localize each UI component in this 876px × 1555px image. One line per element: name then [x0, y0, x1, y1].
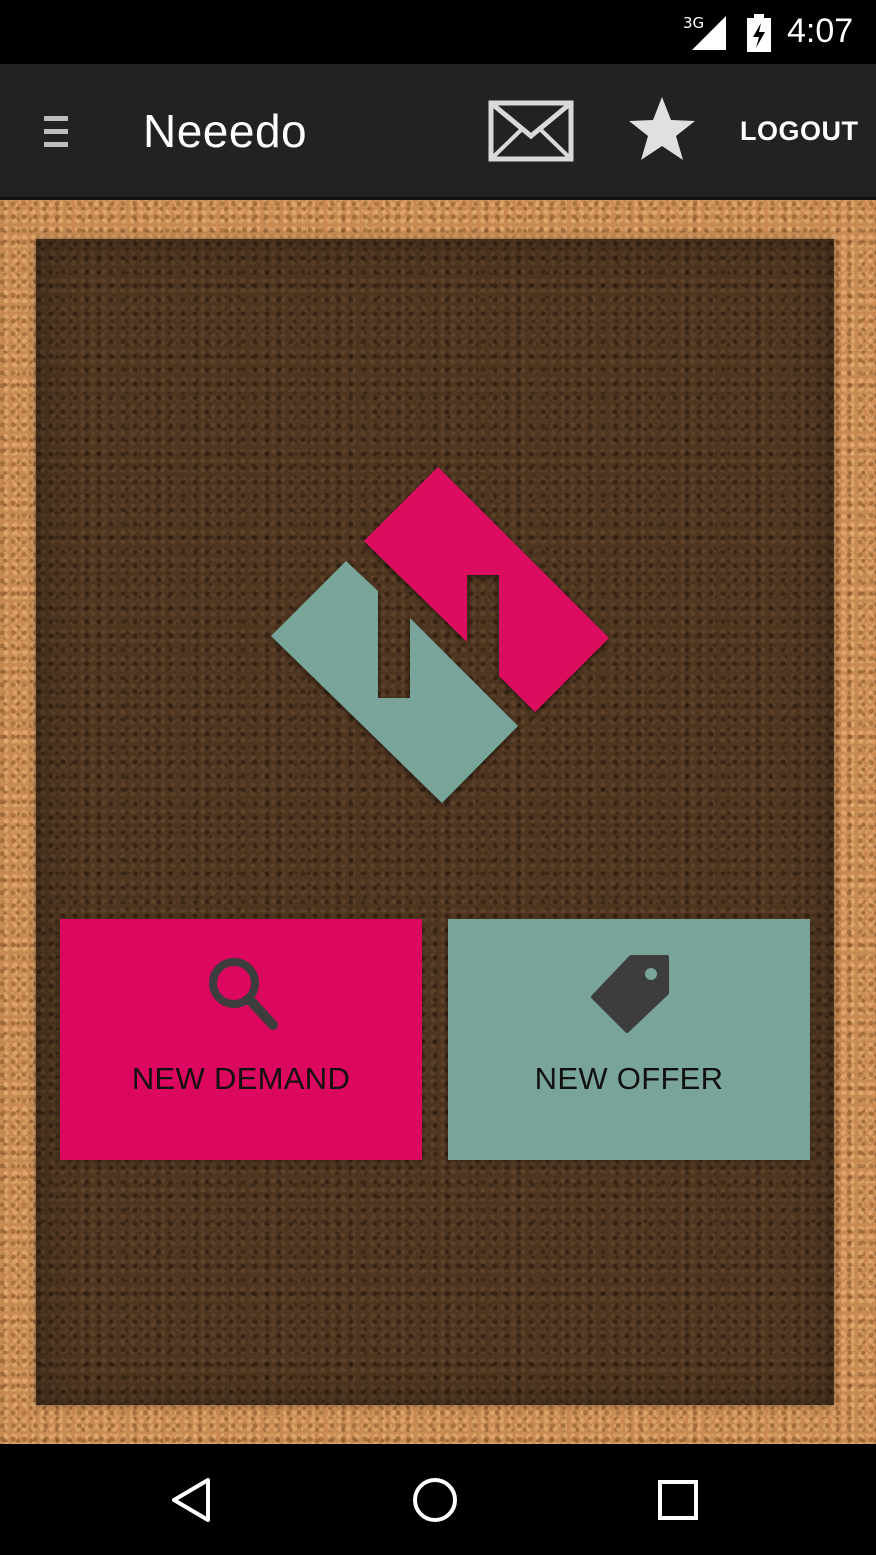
hamburger-menu-icon[interactable] [40, 112, 74, 152]
recents-square-icon[interactable] [652, 1474, 704, 1526]
search-icon [209, 958, 278, 1030]
envelope-icon[interactable] [488, 100, 574, 162]
status-bar: 3G 4:07 [0, 0, 876, 64]
action-bar: Neeedo LOGOUT [0, 64, 876, 200]
tag-icon [591, 955, 669, 1033]
navigation-bar [0, 1444, 876, 1555]
cork-background: NEW DEMAND NEW OFFER [0, 200, 876, 1444]
logout-button[interactable]: LOGOUT [740, 116, 859, 147]
battery-charging-icon [747, 14, 771, 52]
home-circle-icon[interactable] [409, 1474, 461, 1526]
neeedo-logo [271, 467, 609, 803]
signal-icon [692, 16, 726, 50]
app-title: Neeedo [143, 105, 308, 157]
back-triangle-icon[interactable] [166, 1474, 218, 1526]
new-offer-button[interactable]: NEW OFFER [448, 919, 810, 1160]
status-clock: 4:07 [787, 12, 854, 50]
new-demand-button[interactable]: NEW DEMAND [60, 919, 422, 1160]
new-offer-label: NEW OFFER [534, 1061, 724, 1096]
new-demand-label: NEW DEMAND [131, 1061, 351, 1096]
screen: 3G 4:07 Neeedo LOGOUT NEW DEMAND NEW OFF… [0, 0, 876, 1555]
star-icon[interactable] [627, 94, 697, 164]
content-board: NEW DEMAND NEW OFFER [36, 239, 834, 1405]
